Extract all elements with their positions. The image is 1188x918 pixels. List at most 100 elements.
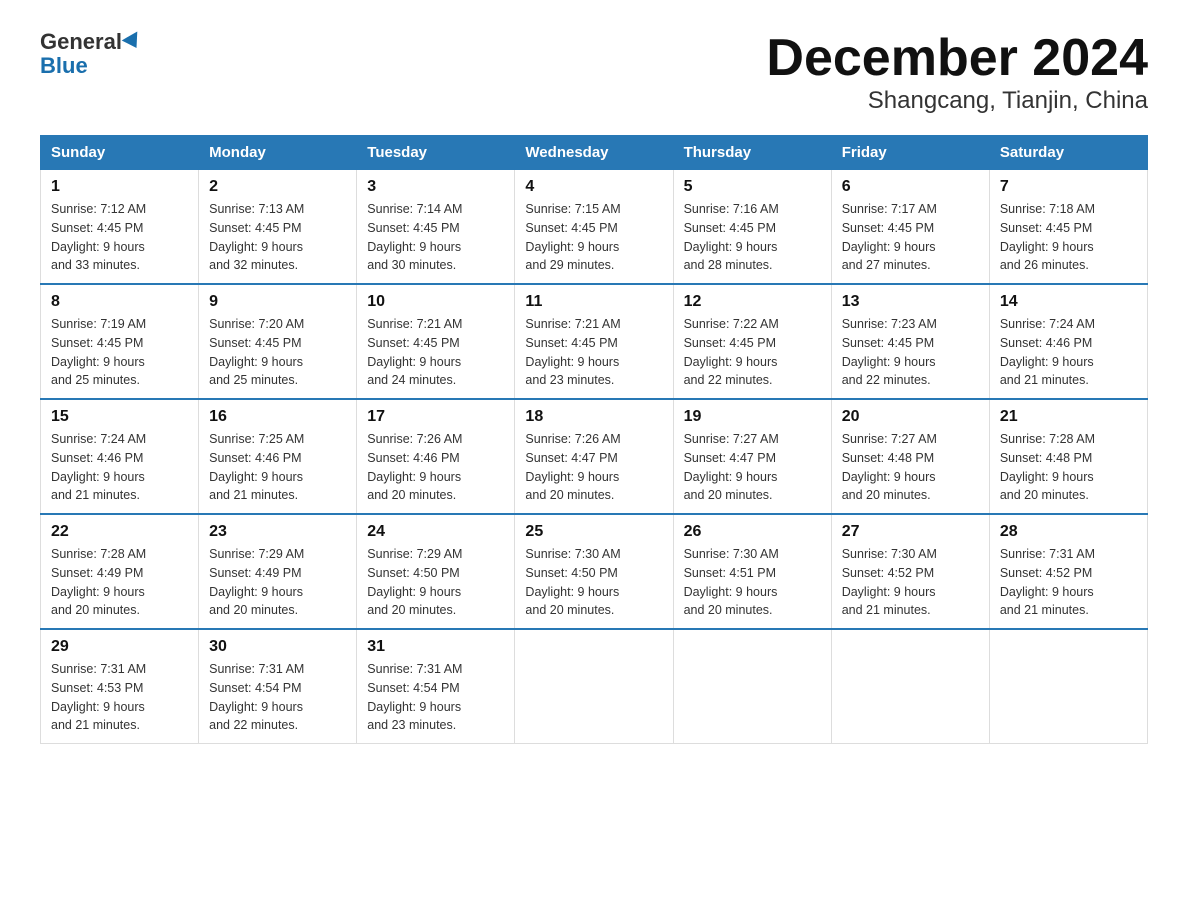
day-info: Sunrise: 7:14 AMSunset: 4:45 PMDaylight:… — [367, 200, 504, 275]
calendar-cell: 2 Sunrise: 7:13 AMSunset: 4:45 PMDaylight… — [199, 170, 357, 285]
day-number: 29 — [51, 638, 188, 656]
day-info: Sunrise: 7:13 AMSunset: 4:45 PMDaylight:… — [209, 200, 346, 275]
calendar-cell: 24 Sunrise: 7:29 AMSunset: 4:50 PMDayligh… — [357, 514, 515, 629]
day-number: 20 — [842, 408, 979, 426]
calendar-cell: 4 Sunrise: 7:15 AMSunset: 4:45 PMDaylight… — [515, 170, 673, 285]
day-number: 18 — [525, 408, 662, 426]
calendar-cell: 6 Sunrise: 7:17 AMSunset: 4:45 PMDaylight… — [831, 170, 989, 285]
day-number: 30 — [209, 638, 346, 656]
weekday-header-row: SundayMondayTuesdayWednesdayThursdayFrid… — [41, 136, 1148, 170]
calendar-cell: 25 Sunrise: 7:30 AMSunset: 4:50 PMDayligh… — [515, 514, 673, 629]
calendar-table: SundayMondayTuesdayWednesdayThursdayFrid… — [40, 135, 1148, 744]
calendar-cell: 30Sunrise: 7:31 AMSunset: 4:54 PMDayligh… — [199, 629, 357, 744]
calendar-cell — [673, 629, 831, 744]
calendar-cell: 12 Sunrise: 7:22 AMSunset: 4:45 PMDayligh… — [673, 284, 831, 399]
day-info: Sunrise: 7:28 AMSunset: 4:48 PMDaylight:… — [1000, 430, 1137, 505]
day-info: Sunrise: 7:30 AMSunset: 4:50 PMDaylight:… — [525, 545, 662, 620]
day-info: Sunrise: 7:27 AMSunset: 4:47 PMDaylight:… — [684, 430, 821, 505]
calendar-cell: 5 Sunrise: 7:16 AMSunset: 4:45 PMDaylight… — [673, 170, 831, 285]
calendar-week-5: 29 Sunrise: 7:31 AMSunset: 4:53 PMDayligh… — [41, 629, 1148, 744]
day-number: 1 — [51, 178, 188, 196]
calendar-cell: 17Sunrise: 7:26 AMSunset: 4:46 PMDayligh… — [357, 399, 515, 514]
calendar-cell: 11Sunrise: 7:21 AMSunset: 4:45 PMDayligh… — [515, 284, 673, 399]
day-info: Sunrise: 7:16 AMSunset: 4:45 PMDaylight:… — [684, 200, 821, 275]
day-info: Sunrise: 7:28 AMSunset: 4:49 PMDaylight:… — [51, 545, 188, 620]
day-number: 17 — [367, 408, 504, 426]
day-number: 28 — [1000, 523, 1137, 541]
day-number: 5 — [684, 178, 821, 196]
calendar-cell: 9 Sunrise: 7:20 AMSunset: 4:45 PMDaylight… — [199, 284, 357, 399]
calendar-cell: 28 Sunrise: 7:31 AMSunset: 4:52 PMDayligh… — [989, 514, 1147, 629]
calendar-cell — [989, 629, 1147, 744]
day-number: 6 — [842, 178, 979, 196]
day-info: Sunrise: 7:21 AMSunset: 4:45 PMDaylight:… — [367, 315, 504, 390]
day-info: Sunrise: 7:31 AMSunset: 4:53 PMDaylight:… — [51, 660, 188, 735]
day-number: 12 — [684, 293, 821, 311]
calendar-cell — [515, 629, 673, 744]
weekday-header-tuesday: Tuesday — [357, 136, 515, 170]
day-info: Sunrise: 7:26 AMSunset: 4:47 PMDaylight:… — [525, 430, 662, 505]
day-number: 7 — [1000, 178, 1137, 196]
calendar-cell: 7 Sunrise: 7:18 AMSunset: 4:45 PMDaylight… — [989, 170, 1147, 285]
calendar-cell: 22Sunrise: 7:28 AMSunset: 4:49 PMDayligh… — [41, 514, 199, 629]
calendar-cell: 27 Sunrise: 7:30 AMSunset: 4:52 PMDayligh… — [831, 514, 989, 629]
page-subtitle: Shangcang, Tianjin, China — [766, 87, 1148, 115]
day-info: Sunrise: 7:19 AMSunset: 4:45 PMDaylight:… — [51, 315, 188, 390]
day-number: 9 — [209, 293, 346, 311]
calendar-week-2: 8Sunrise: 7:19 AMSunset: 4:45 PMDaylight… — [41, 284, 1148, 399]
day-info: Sunrise: 7:18 AMSunset: 4:45 PMDaylight:… — [1000, 200, 1137, 275]
day-info: Sunrise: 7:20 AMSunset: 4:45 PMDaylight:… — [209, 315, 346, 390]
day-info: Sunrise: 7:22 AMSunset: 4:45 PMDaylight:… — [684, 315, 821, 390]
calendar-cell: 26Sunrise: 7:30 AMSunset: 4:51 PMDayligh… — [673, 514, 831, 629]
day-number: 31 — [367, 638, 504, 656]
day-info: Sunrise: 7:31 AMSunset: 4:54 PMDaylight:… — [367, 660, 504, 735]
day-number: 14 — [1000, 293, 1137, 311]
day-info: Sunrise: 7:25 AMSunset: 4:46 PMDaylight:… — [209, 430, 346, 505]
day-info: Sunrise: 7:27 AMSunset: 4:48 PMDaylight:… — [842, 430, 979, 505]
day-number: 23 — [209, 523, 346, 541]
day-number: 2 — [209, 178, 346, 196]
calendar-cell: 19Sunrise: 7:27 AMSunset: 4:47 PMDayligh… — [673, 399, 831, 514]
calendar-cell: 20 Sunrise: 7:27 AMSunset: 4:48 PMDayligh… — [831, 399, 989, 514]
day-number: 24 — [367, 523, 504, 541]
day-info: Sunrise: 7:17 AMSunset: 4:45 PMDaylight:… — [842, 200, 979, 275]
weekday-header-wednesday: Wednesday — [515, 136, 673, 170]
calendar-week-3: 15Sunrise: 7:24 AMSunset: 4:46 PMDayligh… — [41, 399, 1148, 514]
day-number: 10 — [367, 293, 504, 311]
page-header: General Blue December 2024 Shangcang, Ti… — [40, 30, 1148, 115]
weekday-header-monday: Monday — [199, 136, 357, 170]
day-number: 21 — [1000, 408, 1137, 426]
calendar-cell: 8Sunrise: 7:19 AMSunset: 4:45 PMDaylight… — [41, 284, 199, 399]
title-block: December 2024 Shangcang, Tianjin, China — [766, 30, 1148, 115]
calendar-cell: 18 Sunrise: 7:26 AMSunset: 4:47 PMDayligh… — [515, 399, 673, 514]
day-number: 3 — [367, 178, 504, 196]
day-info: Sunrise: 7:15 AMSunset: 4:45 PMDaylight:… — [525, 200, 662, 275]
weekday-header-friday: Friday — [831, 136, 989, 170]
day-number: 25 — [525, 523, 662, 541]
day-info: Sunrise: 7:29 AMSunset: 4:50 PMDaylight:… — [367, 545, 504, 620]
logo-general-text: General — [40, 30, 122, 54]
day-info: Sunrise: 7:30 AMSunset: 4:52 PMDaylight:… — [842, 545, 979, 620]
calendar-cell: 16 Sunrise: 7:25 AMSunset: 4:46 PMDayligh… — [199, 399, 357, 514]
calendar-cell: 29 Sunrise: 7:31 AMSunset: 4:53 PMDayligh… — [41, 629, 199, 744]
weekday-header-sunday: Sunday — [41, 136, 199, 170]
logo-triangle-icon — [122, 32, 145, 53]
day-number: 16 — [209, 408, 346, 426]
day-info: Sunrise: 7:29 AMSunset: 4:49 PMDaylight:… — [209, 545, 346, 620]
weekday-header-saturday: Saturday — [989, 136, 1147, 170]
logo: General Blue — [40, 30, 142, 78]
day-info: Sunrise: 7:12 AMSunset: 4:45 PMDaylight:… — [51, 200, 188, 275]
day-number: 15 — [51, 408, 188, 426]
day-number: 13 — [842, 293, 979, 311]
calendar-cell: 15Sunrise: 7:24 AMSunset: 4:46 PMDayligh… — [41, 399, 199, 514]
calendar-cell: 13Sunrise: 7:23 AMSunset: 4:45 PMDayligh… — [831, 284, 989, 399]
calendar-week-1: 1 Sunrise: 7:12 AMSunset: 4:45 PMDaylight… — [41, 170, 1148, 285]
calendar-cell: 3 Sunrise: 7:14 AMSunset: 4:45 PMDaylight… — [357, 170, 515, 285]
calendar-cell: 1 Sunrise: 7:12 AMSunset: 4:45 PMDaylight… — [41, 170, 199, 285]
day-info: Sunrise: 7:24 AMSunset: 4:46 PMDaylight:… — [1000, 315, 1137, 390]
day-info: Sunrise: 7:30 AMSunset: 4:51 PMDaylight:… — [684, 545, 821, 620]
day-number: 27 — [842, 523, 979, 541]
day-number: 4 — [525, 178, 662, 196]
day-info: Sunrise: 7:31 AMSunset: 4:52 PMDaylight:… — [1000, 545, 1137, 620]
day-info: Sunrise: 7:21 AMSunset: 4:45 PMDaylight:… — [525, 315, 662, 390]
